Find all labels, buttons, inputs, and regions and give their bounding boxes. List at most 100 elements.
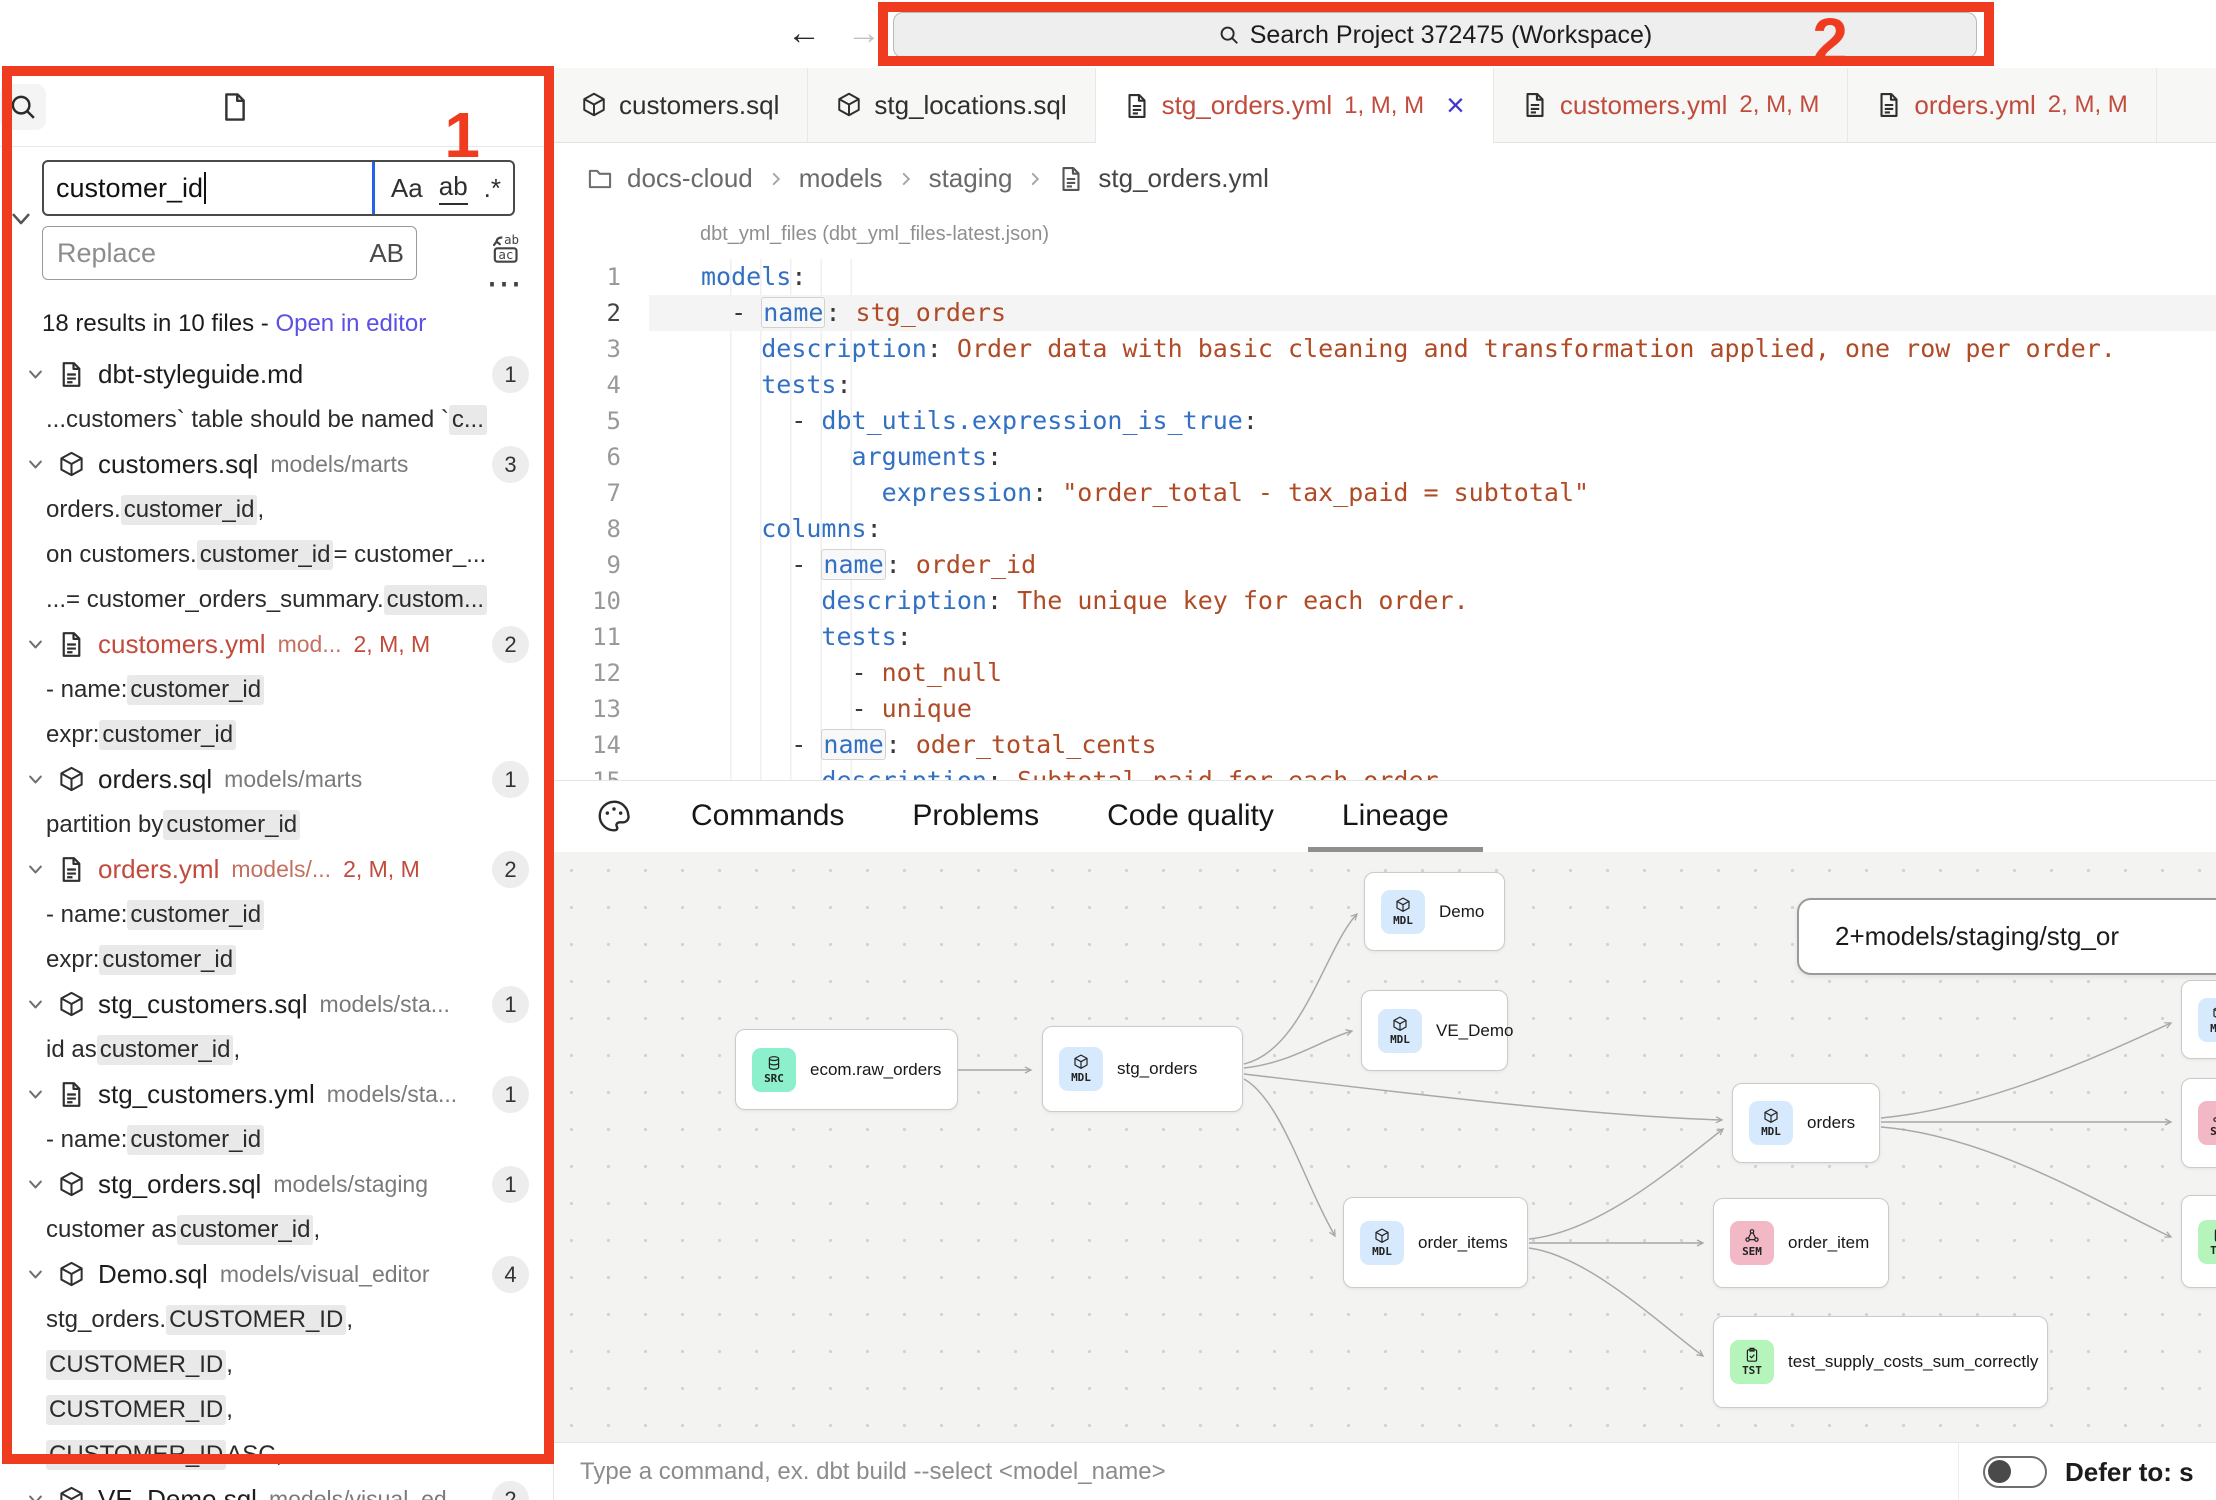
code-line[interactable]: 15 description: Subtotal paid for each o… — [553, 763, 2216, 780]
code-line[interactable]: 10 description: The unique key for each … — [553, 583, 2216, 619]
code-line[interactable]: 12 - not_null — [553, 655, 2216, 691]
code-line[interactable]: 1models: — [553, 259, 2216, 295]
lineage-node-Demo[interactable]: MDLDemo — [1364, 872, 1505, 951]
line-number[interactable]: 11 — [553, 619, 649, 655]
search-result-match[interactable]: customer as customer_id, — [0, 1207, 553, 1252]
chevron-down-icon[interactable] — [26, 1490, 45, 1500]
editor-tab-stg_locations-sql[interactable]: stg_locations.sql — [808, 68, 1095, 142]
panel-tab-code-quality[interactable]: Code quality — [1073, 781, 1308, 852]
search-result-match[interactable]: - name: customer_id — [0, 1117, 553, 1162]
lineage-node-partial[interactable]: SEM — [2181, 1078, 2216, 1168]
lineage-node-orders[interactable]: MDLorders — [1732, 1083, 1880, 1163]
chevron-down-icon[interactable] — [26, 1265, 45, 1284]
more-actions-icon[interactable]: ⋯ — [486, 262, 524, 304]
line-number[interactable]: 12 — [553, 655, 649, 691]
lineage-node-stg_orders[interactable]: MDLstg_orders — [1042, 1026, 1243, 1112]
code-line[interactable]: 11 tests: — [553, 619, 2216, 655]
chevron-down-icon[interactable] — [26, 860, 45, 879]
preserve-case-toggle[interactable]: AB — [369, 238, 404, 269]
whole-word-toggle[interactable]: ab — [439, 171, 468, 205]
line-number[interactable]: 7 — [553, 475, 649, 511]
code-line[interactable]: 6 arguments: — [553, 439, 2216, 475]
search-result-match[interactable]: id as customer_id, — [0, 1027, 553, 1072]
toggle-replace-icon[interactable] — [8, 206, 34, 232]
command-input[interactable]: Type a command, ex. dbt build --select <… — [580, 1443, 1166, 1500]
line-number[interactable]: 6 — [553, 439, 649, 475]
search-result-match[interactable]: expr: customer_id — [0, 712, 553, 757]
search-result-file[interactable]: orders.ymlmodels/...2, M, M2 — [0, 847, 553, 892]
panel-tab-lineage[interactable]: Lineage — [1308, 781, 1483, 852]
code-line[interactable]: 9 - name: order_id — [553, 547, 2216, 583]
search-result-match[interactable]: - name: customer_id — [0, 667, 553, 712]
code-line[interactable]: 5 - dbt_utils.expression_is_true: — [553, 403, 2216, 439]
match-case-toggle[interactable]: Aa — [391, 173, 423, 204]
chevron-down-icon[interactable] — [26, 455, 45, 474]
search-panel-icon[interactable] — [0, 84, 46, 130]
search-result-match[interactable]: ...customers` table should be named `c..… — [0, 397, 553, 442]
code-line[interactable]: 4 tests: — [553, 367, 2216, 403]
code-line[interactable]: 2 - name: stg_orders — [553, 295, 2216, 331]
line-number[interactable]: 1 — [553, 259, 649, 295]
editor-tab-stg_orders-yml[interactable]: stg_orders.yml1, M, M× — [1096, 68, 1494, 143]
search-result-file[interactable]: customers.ymlmod...2, M, M2 — [0, 622, 553, 667]
search-result-match[interactable]: orders.customer_id, — [0, 487, 553, 532]
lineage-canvas[interactable]: SRCecom.raw_orders MDLstg_orders MDLDemo MD… — [553, 852, 2216, 1442]
back-button[interactable]: ← — [782, 10, 826, 56]
lineage-node-VE_Demo[interactable]: MDLVE_Demo — [1361, 990, 1508, 1071]
chevron-down-icon[interactable] — [26, 635, 45, 654]
line-number[interactable]: 8 — [553, 511, 649, 547]
search-result-match[interactable]: CUSTOMER_ID, — [0, 1342, 553, 1387]
code-line[interactable]: 13 - unique — [553, 691, 2216, 727]
search-result-file[interactable]: stg_orders.sqlmodels/staging1 — [0, 1162, 553, 1207]
forward-button[interactable]: → — [842, 10, 886, 56]
code-editor[interactable]: dbt_yml_files (dbt_yml_files-latest.json… — [553, 215, 2216, 780]
line-number[interactable]: 14 — [553, 727, 649, 763]
lineage-filter-box[interactable]: 2+models/staging/stg_or — [1797, 898, 2216, 975]
code-line[interactable]: 14 - name: oder_total_cents — [553, 727, 2216, 763]
close-icon[interactable]: × — [1446, 87, 1465, 124]
search-result-file[interactable]: VE_Demo.sqlmodels/visual_ed...2 — [0, 1477, 553, 1500]
line-number[interactable]: 4 — [553, 367, 649, 403]
search-result-file[interactable]: stg_customers.sqlmodels/sta...1 — [0, 982, 553, 1027]
lineage-node-partial[interactable]: MDL — [2181, 980, 2216, 1059]
search-result-match[interactable]: CUSTOMER_ID ASC, — [0, 1432, 553, 1477]
breadcrumb-item[interactable]: staging — [929, 163, 1013, 194]
replace-input[interactable] — [55, 237, 361, 270]
editor-tab-customers-yml[interactable]: customers.yml2, M, M — [1494, 68, 1849, 142]
chevron-down-icon[interactable] — [26, 1085, 45, 1104]
search-result-file[interactable]: stg_customers.ymlmodels/sta...1 — [0, 1072, 553, 1117]
search-result-file[interactable]: dbt-styleguide.md1 — [0, 352, 553, 397]
lineage-node-test_supply_costs_sum_correctly[interactable]: TSTtest_supply_costs_sum_correctly — [1713, 1316, 2048, 1408]
project-search-bar[interactable]: Search Project 372475 (Workspace) — [893, 12, 1977, 58]
panel-tab-problems[interactable]: Problems — [878, 781, 1073, 852]
chevron-down-icon[interactable] — [26, 995, 45, 1014]
regex-toggle[interactable]: .* — [484, 173, 501, 204]
chevron-down-icon[interactable] — [26, 770, 45, 789]
search-input[interactable]: customer_id Aa ab .* — [42, 160, 515, 216]
editor-tab-orders-yml[interactable]: orders.yml2, M, M — [1848, 68, 2156, 142]
lineage-node-order_item[interactable]: SEMorder_item — [1713, 1198, 1889, 1288]
line-number[interactable]: 9 — [553, 547, 649, 583]
search-result-file[interactable]: customers.sqlmodels/marts3 — [0, 442, 553, 487]
code-line[interactable]: 8 columns: — [553, 511, 2216, 547]
code-line[interactable]: 3 description: Order data with basic cle… — [553, 331, 2216, 367]
defer-toggle[interactable] — [1983, 1456, 2047, 1488]
search-result-file[interactable]: Demo.sqlmodels/visual_editor4 — [0, 1252, 553, 1297]
lineage-node-partial[interactable]: TST — [2181, 1195, 2216, 1288]
line-number[interactable]: 3 — [553, 331, 649, 367]
theme-palette-icon[interactable] — [595, 797, 633, 835]
chevron-down-icon[interactable] — [26, 1175, 45, 1194]
line-number[interactable]: 10 — [553, 583, 649, 619]
editor-tab-customers-sql[interactable]: customers.sql — [553, 68, 808, 142]
lineage-node-ecom.raw_orders[interactable]: SRCecom.raw_orders — [735, 1029, 958, 1110]
search-result-match[interactable]: expr: customer_id — [0, 937, 553, 982]
search-result-file[interactable]: orders.sqlmodels/marts1 — [0, 757, 553, 802]
code-line[interactable]: 7 expression: "order_total - tax_paid = … — [553, 475, 2216, 511]
chevron-down-icon[interactable] — [26, 365, 45, 384]
search-result-match[interactable]: - name: customer_id — [0, 892, 553, 937]
search-result-match[interactable]: stg_orders.CUSTOMER_ID, — [0, 1297, 553, 1342]
files-panel-icon[interactable] — [212, 84, 258, 130]
line-number[interactable]: 2 — [553, 295, 649, 331]
search-result-match[interactable]: CUSTOMER_ID, — [0, 1387, 553, 1432]
breadcrumb-item[interactable]: models — [799, 163, 883, 194]
